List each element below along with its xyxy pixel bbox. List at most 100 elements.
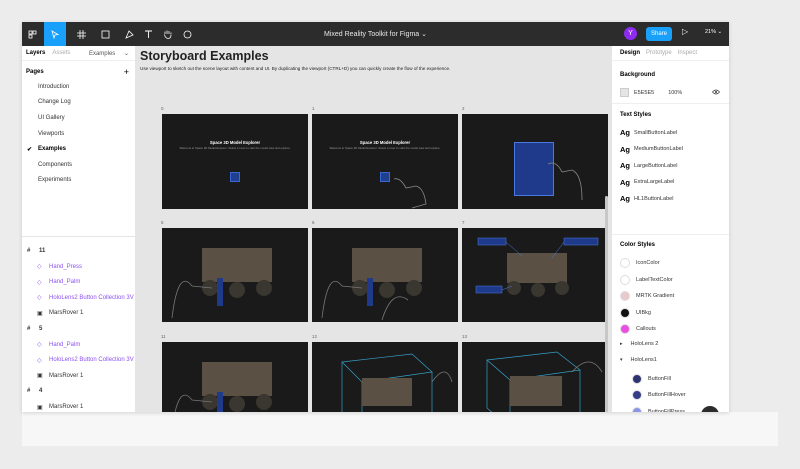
frame-tool-icon[interactable]: [70, 22, 92, 46]
viewport-caption: Welcome to Space 3D Model Explorer. Sele…: [329, 146, 441, 150]
tab-inspect[interactable]: Inspect: [678, 50, 697, 56]
page-selector[interactable]: Examples ⌄: [89, 50, 129, 57]
page-item[interactable]: Introduction: [22, 79, 135, 95]
page-item[interactable]: Viewports: [22, 126, 135, 142]
viewport-frame[interactable]: [462, 228, 608, 322]
background-hex[interactable]: E5E5E5: [634, 90, 654, 96]
tab-assets[interactable]: Assets: [52, 50, 70, 56]
color-swatch: [620, 324, 630, 334]
color-swatch: [620, 258, 630, 268]
background-opacity[interactable]: 100%: [668, 90, 682, 96]
color-style-item[interactable]: Callouts: [620, 324, 724, 334]
start-button: [380, 172, 390, 182]
viewport-frame[interactable]: [162, 228, 308, 322]
shape-tool-icon[interactable]: [94, 22, 116, 46]
text-style-icon: Ag: [620, 144, 630, 154]
avatar[interactable]: Y: [624, 27, 637, 40]
window-shadow: [22, 412, 778, 446]
layer-label: 4: [39, 388, 43, 395]
layer-row[interactable]: #5: [22, 322, 135, 336]
add-page-button[interactable]: +: [124, 67, 129, 77]
layer-row[interactable]: ◇ Hand_Palm: [22, 275, 135, 289]
frame-label: 7: [462, 220, 465, 225]
eye-icon[interactable]: [712, 89, 720, 97]
canvas[interactable]: Storyboard Examples Use viewport to sket…: [135, 46, 611, 412]
viewport-heading: Space 3D Model Explorer: [209, 140, 261, 145]
text-style-item[interactable]: Ag HL1ButtonLabel: [620, 194, 724, 203]
canvas-title: Storyboard Examples: [140, 49, 269, 63]
move-tool-icon[interactable]: [44, 22, 66, 46]
text-style-item[interactable]: Ag MediumButtonLabel: [620, 145, 724, 154]
viewport-frame[interactable]: [462, 114, 608, 209]
layer-label: Hand_Press: [49, 263, 83, 270]
frame-label: 6: [312, 220, 315, 225]
layer-row[interactable]: ◇ Hand_Press: [22, 260, 135, 274]
viewport-frame[interactable]: [162, 342, 308, 412]
chevron-down-icon[interactable]: ▾: [620, 357, 623, 363]
text-style-label: HL1ButtonLabel: [634, 195, 674, 202]
frame-label: 2: [462, 106, 465, 111]
page-item[interactable]: UI Gallery: [22, 110, 135, 126]
chevron-right-icon[interactable]: ▸: [620, 341, 623, 347]
color-style-item[interactable]: MRTK Gradient: [620, 291, 724, 301]
frame-icon: #: [27, 388, 31, 395]
color-swatch: [632, 406, 642, 412]
text-style-icon: Ag: [620, 161, 630, 170]
pen-tool-icon[interactable]: [118, 22, 140, 46]
color-style-item[interactable]: ButtonFill: [632, 373, 729, 384]
page-item[interactable]: Experiments: [22, 173, 135, 189]
layer-row[interactable]: #11: [22, 244, 135, 258]
layer-row[interactable]: ▣ MarsRover 1: [22, 306, 135, 320]
hand-tool-icon[interactable]: [158, 22, 176, 46]
text-style-item[interactable]: Ag SmallButtonLabel: [620, 128, 724, 137]
page-item[interactable]: Change Log: [22, 95, 135, 111]
layer-label: MarsRover 1: [49, 404, 84, 410]
frame-label: 5: [161, 220, 164, 225]
page-item[interactable]: ✔ Examples: [22, 141, 135, 157]
layer-row[interactable]: ◇ HoloLens2 Button Collection 3V: [22, 291, 135, 305]
page-item[interactable]: Components: [22, 157, 135, 173]
color-group[interactable]: ▾ HoloLens1: [620, 357, 724, 363]
color-style-item[interactable]: LabelTextColor: [620, 274, 724, 285]
color-style-item[interactable]: UIBkg: [620, 307, 724, 318]
layer-row[interactable]: ▣ MarsRover 1: [22, 400, 135, 412]
component-icon: ◇: [37, 357, 42, 364]
left-panel-tabs: Layers Assets Examples ⌄: [22, 46, 135, 61]
menu-icon[interactable]: [22, 22, 42, 46]
color-style-label: ButtonFill: [648, 375, 671, 382]
zoom-menu[interactable]: 21% ⌄: [705, 29, 722, 35]
canvas-scrollbar[interactable]: [605, 196, 608, 412]
comment-tool-icon[interactable]: [178, 22, 196, 46]
background-fill-row[interactable]: E5E5E5 100%: [620, 88, 724, 97]
viewport-frame[interactable]: Space 3D Model Explorer Welcome to Space…: [162, 114, 308, 209]
tab-prototype[interactable]: Prototype: [646, 50, 672, 56]
text-style-item[interactable]: Ag LargeButtonLabel: [620, 161, 724, 170]
color-style-item[interactable]: IconColor: [620, 258, 724, 268]
layer-label: 5: [39, 326, 43, 332]
frame-label: 12: [312, 334, 318, 339]
viewport-frame[interactable]: Space 3D Model Explorer Welcome to Space…: [312, 114, 458, 209]
component-icon: ◇: [37, 279, 42, 286]
tab-design[interactable]: Design: [620, 50, 640, 56]
text-tool-icon[interactable]: [140, 22, 156, 46]
share-button[interactable]: Share: [646, 27, 672, 41]
image-icon: ▣: [37, 373, 43, 380]
viewport-frame[interactable]: [312, 342, 458, 412]
layer-row[interactable]: ◇ Hand_Palm: [22, 338, 135, 352]
text-style-item[interactable]: Ag ExtraLargeLabel: [620, 178, 724, 187]
present-icon[interactable]: ▷: [682, 27, 688, 36]
color-style-item[interactable]: ButtonFillHover: [632, 390, 729, 400]
mars-rover-illustration: [171, 248, 272, 319]
layer-row[interactable]: #4: [22, 384, 135, 398]
right-panel-tabs: Design Prototype Inspect: [612, 46, 729, 61]
layer-row[interactable]: ▣ MarsRover 1: [22, 369, 135, 383]
color-group[interactable]: ▸ HoloLens 2: [620, 341, 724, 347]
file-title[interactable]: Mixed Reality Toolkit for Figma ⌄: [324, 30, 427, 38]
viewport-frame[interactable]: [462, 342, 608, 412]
viewport-frame[interactable]: [312, 228, 458, 322]
background-swatch[interactable]: [620, 88, 629, 97]
layer-row[interactable]: ◇ HoloLens2 Button Collection 3V: [22, 353, 135, 367]
checkmark-icon: ✔: [27, 146, 33, 153]
layer-label: HoloLens2 Button Collection 3V: [49, 294, 134, 301]
tab-layers[interactable]: Layers: [26, 50, 45, 56]
